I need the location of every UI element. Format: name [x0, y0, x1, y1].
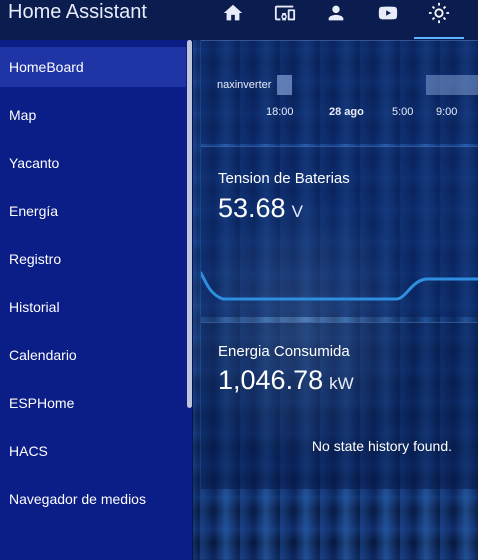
app-title: Home Assistant — [8, 1, 147, 23]
sidebar-item-label: Navegador de medios — [9, 491, 146, 507]
tab-sun[interactable] — [414, 0, 464, 40]
sidebar-item-label: Energía — [9, 203, 59, 219]
sidebar-item-label: ESPHome — [9, 395, 75, 411]
history-graph-card[interactable]: naxinverter 18:00 28 ago 5:00 9:00 — [201, 40, 478, 144]
sun-icon — [428, 2, 450, 24]
view-tabs — [193, 0, 478, 40]
timeline-bar — [277, 75, 292, 95]
top-app-bar: Home Assistant — [0, 0, 478, 40]
sidebar-item-map[interactable]: Map — [0, 95, 186, 135]
youtube-icon — [378, 6, 398, 20]
home-icon — [223, 4, 243, 21]
sidebar: HomeBoard Map Yacanto Energía Registro H… — [0, 40, 193, 560]
sidebar-item-label: HACS — [9, 443, 48, 459]
time-axis-tick: 18:00 — [266, 106, 294, 118]
sensor-value: 53.68 V — [218, 193, 303, 224]
sidebar-item-label: HomeBoard — [9, 59, 84, 75]
battery-voltage-card[interactable]: Tension de Baterias 53.68 V — [201, 146, 478, 317]
tab-home[interactable] — [208, 0, 258, 40]
sidebar-item-esphome[interactable]: ESPHome — [0, 383, 186, 423]
timeline-bar — [426, 75, 478, 95]
tab-devices[interactable] — [260, 0, 310, 40]
sidebar-item-hacs[interactable]: HACS — [0, 431, 186, 471]
sidebar-item-label: Yacanto — [9, 155, 60, 171]
tab-account[interactable] — [311, 0, 361, 40]
devices-icon — [274, 5, 296, 21]
sensor-unit: V — [291, 202, 303, 221]
sidebar-item-historial[interactable]: Historial — [0, 287, 186, 327]
sensor-value-number: 53.68 — [218, 193, 286, 223]
sidebar-item-energia[interactable]: Energía — [0, 191, 186, 231]
sidebar-item-label: Calendario — [9, 347, 77, 363]
sparkline-path — [201, 271, 478, 301]
no-history-message: No state history found. — [311, 438, 452, 454]
sidebar-item-media-browser[interactable]: Navegador de medios — [0, 479, 186, 519]
active-tab-indicator — [414, 37, 464, 39]
sidebar-item-label: Map — [9, 107, 37, 123]
tab-youtube[interactable] — [363, 0, 413, 40]
time-axis-tick: 28 ago — [329, 106, 364, 118]
sidebar-item-registro[interactable]: Registro — [0, 239, 186, 279]
sidebar-item-yacanto[interactable]: Yacanto — [0, 143, 186, 183]
sensor-unit: kW — [329, 374, 354, 393]
sidebar-divider — [192, 40, 193, 560]
sensor-value-number: 1,046.78 — [218, 365, 324, 395]
sidebar-item-label: Registro — [9, 251, 62, 267]
sidebar-item-label: Historial — [9, 299, 60, 315]
time-axis-tick: 9:00 — [436, 106, 458, 118]
sparkline — [201, 271, 478, 301]
time-axis-tick: 5:00 — [392, 106, 414, 118]
history-legend-label: naxinverter — [217, 79, 272, 91]
card-title: Tension de Baterias — [218, 170, 350, 187]
account-icon — [328, 5, 344, 21]
energy-consumed-card[interactable]: Energia Consumida 1,046.78 kW No state hi… — [201, 322, 478, 489]
sensor-value: 1,046.78 kW — [218, 365, 354, 396]
sidebar-item-calendario[interactable]: Calendario — [0, 335, 186, 375]
card-title: Energia Consumida — [218, 343, 350, 360]
sidebar-item-homeboard[interactable]: HomeBoard — [0, 47, 186, 87]
